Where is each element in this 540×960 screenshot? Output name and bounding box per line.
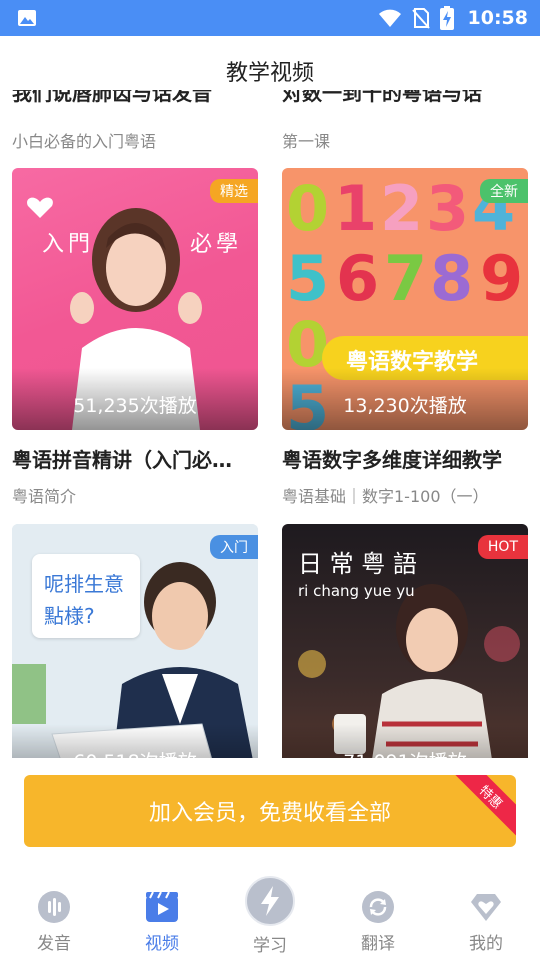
play-count: 51,235次播放 [12, 368, 258, 430]
svg-text:3: 3 [426, 172, 469, 245]
thumbnail-caption: 日 常 粤 語 [298, 550, 417, 578]
partial-card-title: 我们说唇肺齿与话发音 [12, 90, 212, 104]
svg-text:2: 2 [380, 172, 423, 245]
svg-text:0: 0 [286, 172, 329, 245]
partial-card-title: 对数一到十的粤语与话 [282, 90, 482, 104]
badge-featured: 精选 [210, 179, 258, 203]
nav-item-profile[interactable]: 我的 [432, 890, 540, 954]
thumbnail-caption-left: 入門 [42, 232, 95, 257]
image-icon [18, 10, 36, 26]
play-count: 60,518次播放 [12, 724, 258, 758]
nav-label: 翻译 [361, 934, 395, 954]
svg-text:9: 9 [480, 242, 523, 315]
nav-item-pronunciation[interactable]: 发音 [0, 890, 108, 954]
lightning-icon [245, 876, 295, 926]
status-bar: 10:58 [0, 0, 540, 36]
join-membership-button[interactable]: 加入会员，免费收看全部 特惠 [24, 775, 516, 847]
play-count: 71,091次播放 [282, 724, 528, 758]
battery-charging-icon [439, 6, 454, 30]
status-time: 10:58 [467, 7, 528, 29]
nav-label: 视频 [145, 934, 179, 954]
nav-item-video[interactable]: 视频 [108, 890, 216, 954]
video-thumbnail[interactable]: 0 1 2 3 4 5 6 7 8 9 0 5 粤语数字教学 [282, 168, 528, 430]
translate-refresh-icon [361, 890, 395, 924]
video-card-cantonese-pinyin[interactable]: 入門 必學 精选 51,235次播放 粤语拼音精讲（入门必… 粤语简介 [12, 168, 258, 507]
video-card-daily-cantonese[interactable]: 日 常 粤 語 ri chang yue yu HOT 71,091次播放 [282, 524, 528, 758]
video-subtitle: 粤语简介 [12, 487, 77, 506]
svg-text:1: 1 [334, 172, 377, 245]
no-sim-icon [411, 8, 430, 29]
app-root: 10:58 教学视频 我们说唇肺齿与话发音 小白必备的入门粤语 对数一到十的粤语… [0, 0, 540, 960]
video-card-cantonese-numbers[interactable]: 0 1 2 3 4 5 6 7 8 9 0 5 粤语数字教学 [282, 168, 528, 507]
wifi-icon [378, 9, 401, 27]
video-thumbnail[interactable]: 呢排生意 點様? 入门 60,518次播放 [12, 524, 258, 758]
nav-label: 发音 [37, 934, 71, 954]
nav-label: 我的 [469, 934, 503, 954]
video-clapper-icon [145, 890, 179, 924]
badge-beginner: 入门 [210, 535, 258, 559]
page-title: 教学视频 [225, 61, 314, 86]
badge-hot: HOT [477, 535, 528, 559]
partial-card-subtitle: 第一课 [282, 132, 331, 151]
join-membership-label: 加入会员，免费收看全部 [148, 801, 391, 826]
svg-text:7: 7 [384, 242, 427, 315]
nav-item-study[interactable]: 学习 [216, 876, 324, 956]
video-card-business-talk[interactable]: 呢排生意 點様? 入门 60,518次播放 [12, 524, 258, 758]
badge-new: 全新 [480, 179, 528, 203]
partial-card-subtitle: 小白必备的入门粤语 [12, 132, 157, 151]
video-subtitle: 粤语基础｜数字1-100（一） [282, 487, 489, 506]
heart-badge-icon [469, 890, 503, 924]
thumbnail-pinyin: ri chang yue yu [298, 582, 415, 600]
nav-item-translate[interactable]: 翻译 [324, 890, 432, 954]
speech-bubble-line1: 呢排生意 [44, 572, 124, 596]
video-thumbnail[interactable]: 入門 必學 精选 51,235次播放 [12, 168, 258, 430]
thumbnail-caption-right: 必學 [190, 232, 243, 257]
video-title[interactable]: 粤语数字多维度详细教学 [282, 444, 528, 473]
discount-ribbon: 特惠 [448, 775, 516, 840]
svg-text:8: 8 [430, 242, 473, 315]
speech-bubble-line2: 點様? [44, 604, 95, 628]
svg-text:6: 6 [336, 242, 379, 315]
svg-text:5: 5 [286, 242, 329, 315]
play-count: 13,230次播放 [282, 368, 528, 430]
video-title[interactable]: 粤语拼音精讲（入门必… [12, 444, 258, 473]
bottom-nav: 发音 视频 学习 翻译 我的 [0, 870, 540, 960]
nav-label: 学习 [253, 936, 287, 956]
video-grid[interactable]: 我们说唇肺齿与话发音 小白必备的入门粤语 对数一到十的粤语与话 第一课 入門 必… [0, 90, 540, 758]
sound-wave-icon [37, 890, 71, 924]
video-thumbnail[interactable]: 日 常 粤 語 ri chang yue yu HOT 71,091次播放 [282, 524, 528, 758]
